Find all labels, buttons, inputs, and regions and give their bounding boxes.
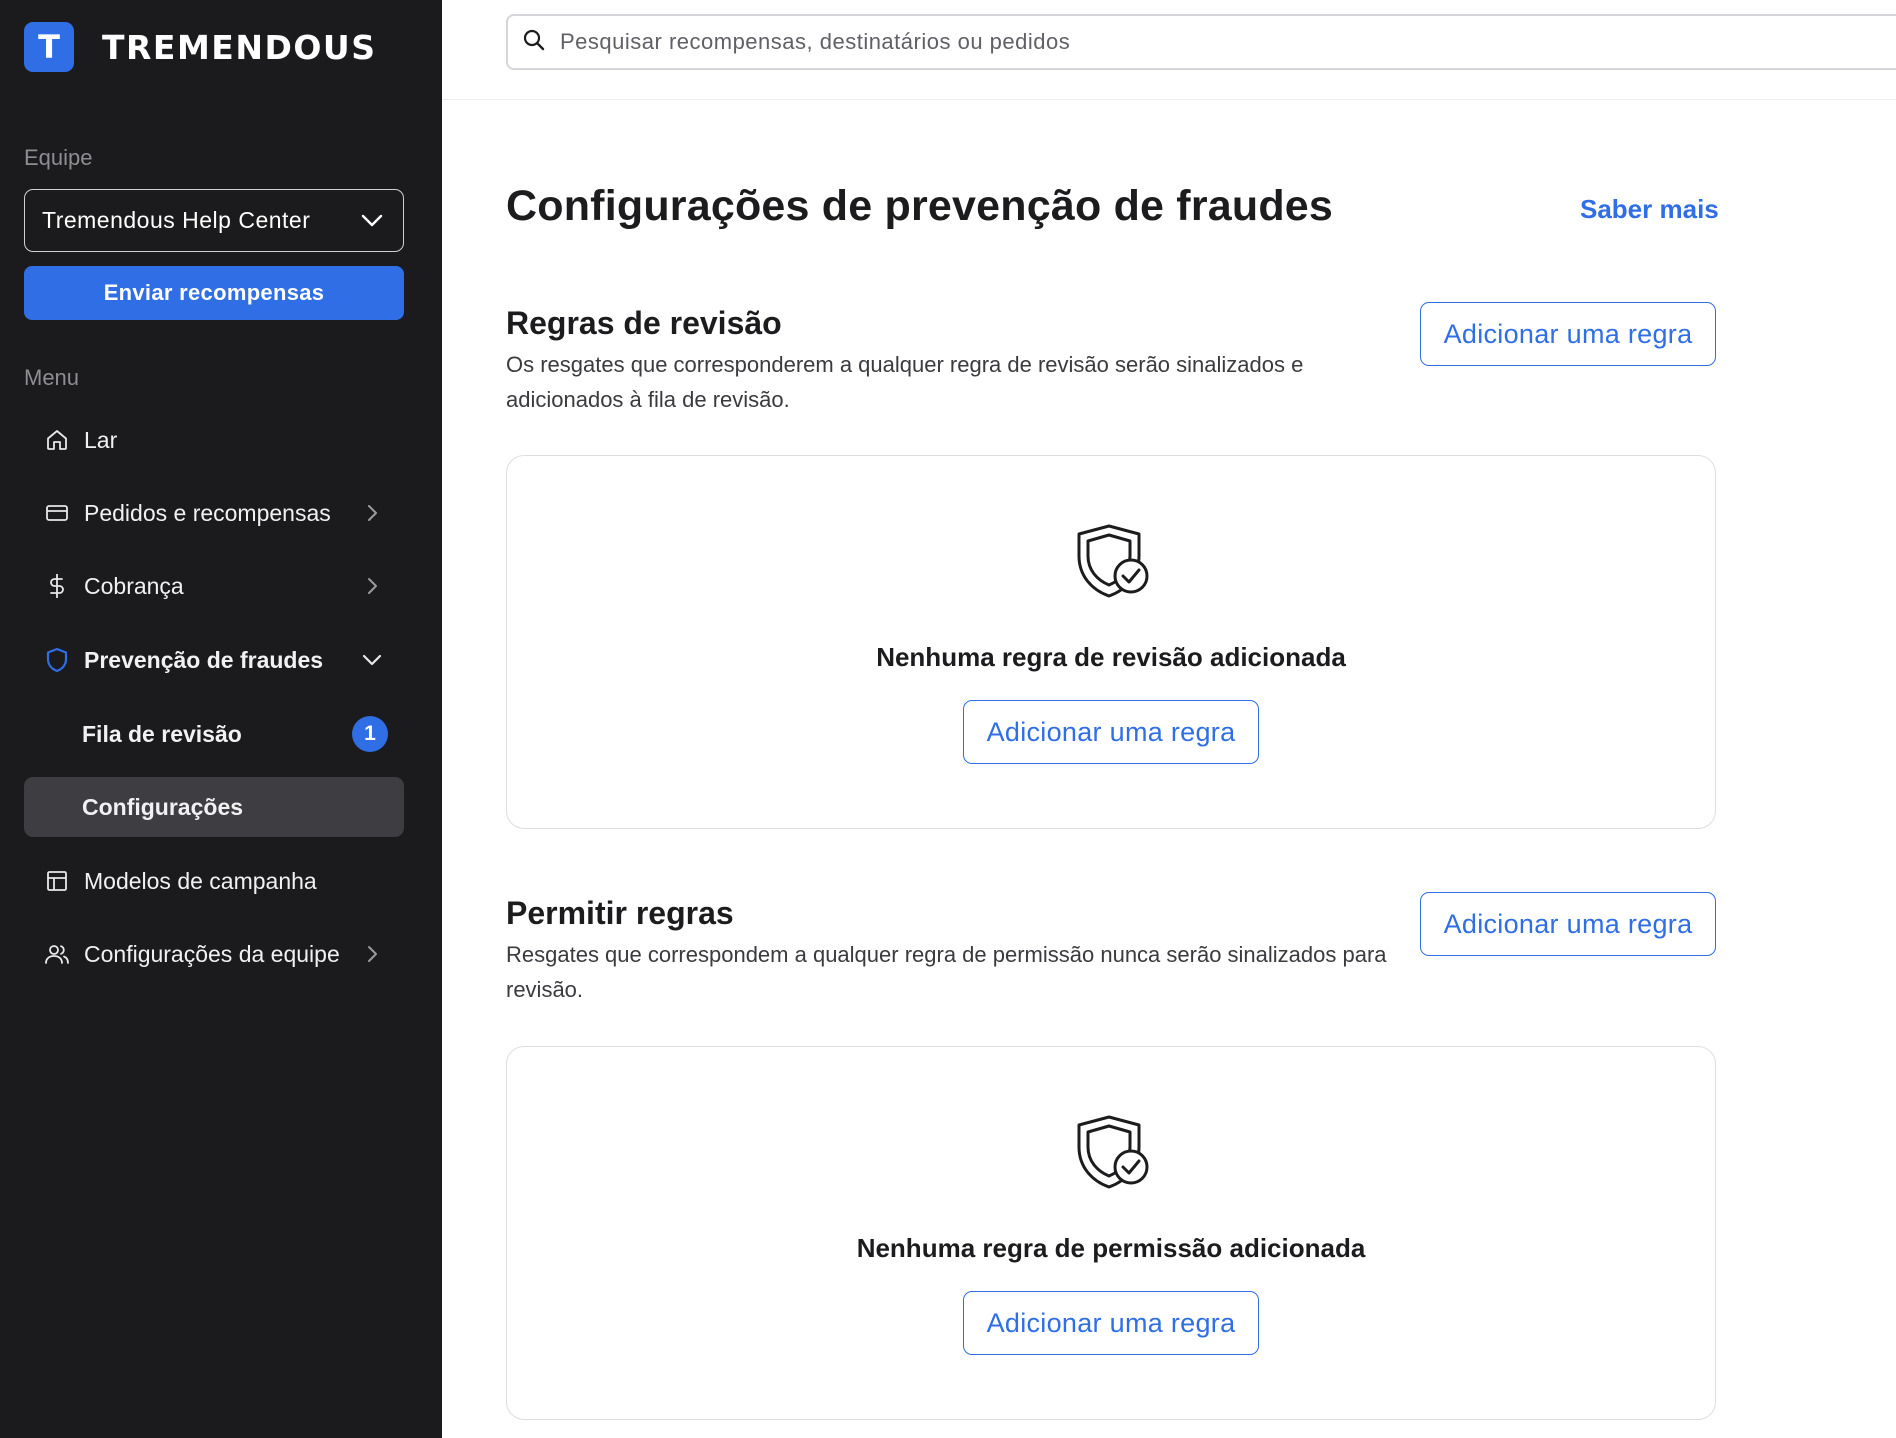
chevron-right-icon	[362, 503, 382, 523]
sidebar-item-label: Pedidos e recompensas	[84, 499, 331, 526]
team-select-value: Tremendous Help Center	[42, 207, 311, 233]
dollar-icon	[44, 573, 70, 599]
sidebar-item-label: Cobrança	[84, 572, 184, 599]
menu-section-label: Menu	[24, 365, 80, 390]
team-section-label: Equipe	[24, 145, 93, 170]
review-count-badge: 1	[352, 716, 388, 752]
top-bar	[442, 0, 1896, 100]
review-rules-description: Os resgates que corresponderem a qualque…	[506, 352, 1304, 412]
sidebar-item-review-queue[interactable]: Fila de revisão 1	[24, 704, 404, 764]
add-allow-rule-button[interactable]: Adicionar uma regra	[1420, 892, 1716, 956]
sidebar-item-label: Modelos de campanha	[84, 867, 317, 894]
review-rules-empty-card: Nenhuma regra de revisão adicionada Adic…	[506, 455, 1716, 829]
review-rules-empty-text: Nenhuma regra de revisão adicionada	[876, 642, 1346, 672]
chevron-down-icon	[362, 650, 382, 670]
sidebar-item-home[interactable]: Lar	[24, 410, 404, 470]
add-review-rule-button[interactable]: Adicionar uma regra	[1420, 302, 1716, 366]
logo-mark: T	[24, 22, 74, 72]
sidebar-item-billing[interactable]: Cobrança	[24, 556, 404, 616]
logo-text: TREMENDOUS	[102, 27, 377, 67]
sidebar: T TREMENDOUS Equipe Tremendous Help Cent…	[0, 0, 442, 1438]
search-icon	[522, 28, 546, 57]
empty-add-allow-rule-button[interactable]: Adicionar uma regra	[963, 1291, 1259, 1355]
sidebar-item-settings[interactable]: Configurações	[24, 777, 404, 837]
allow-rules-empty-text: Nenhuma regra de permissão adicionada	[856, 1233, 1366, 1263]
home-icon	[44, 427, 70, 453]
review-rules-title: Regras de revisão	[506, 305, 782, 341]
sidebar-item-label: Configurações	[82, 793, 244, 820]
sidebar-item-orders[interactable]: Pedidos e recompensas	[24, 483, 404, 543]
allow-rules-description: Resgates que correspondem a qualquer reg…	[506, 942, 1387, 1002]
chevron-right-icon	[362, 576, 382, 596]
sidebar-item-fraud-prevention[interactable]: Prevenção de fraudes	[24, 630, 404, 690]
card-icon	[44, 500, 70, 526]
learn-more-link[interactable]: Saber mais	[1580, 194, 1719, 225]
users-icon	[44, 941, 70, 967]
send-rewards-button[interactable]: Enviar recompensas	[24, 266, 404, 320]
search-box[interactable]	[506, 14, 1896, 70]
chevron-right-icon	[362, 944, 382, 964]
sidebar-item-label: Prevenção de fraudes	[84, 646, 324, 673]
sidebar-item-campaign-templates[interactable]: Modelos de campanha	[24, 851, 404, 911]
brand-logo[interactable]: T TREMENDOUS	[24, 22, 376, 72]
chevron-down-icon	[361, 207, 383, 234]
sidebar-item-label: Fila de revisão	[82, 720, 242, 747]
team-select[interactable]: Tremendous Help Center	[24, 189, 404, 252]
empty-add-review-rule-button[interactable]: Adicionar uma regra	[963, 700, 1259, 764]
sidebar-item-label: Lar	[84, 426, 118, 453]
sidebar-item-label: Configurações da equipe	[84, 940, 340, 967]
shield-check-icon	[1077, 1113, 1151, 1193]
shield-check-icon	[1077, 522, 1151, 602]
shield-icon	[44, 647, 70, 673]
layout-icon	[44, 868, 70, 894]
allow-rules-empty-card: Nenhuma regra de permissão adicionada Ad…	[506, 1046, 1716, 1420]
search-input[interactable]	[560, 29, 1860, 55]
page-title: Configurações de prevenção de fraudes	[506, 182, 1334, 230]
sidebar-item-team-settings[interactable]: Configurações da equipe	[24, 924, 404, 984]
allow-rules-title: Permitir regras	[506, 895, 734, 931]
